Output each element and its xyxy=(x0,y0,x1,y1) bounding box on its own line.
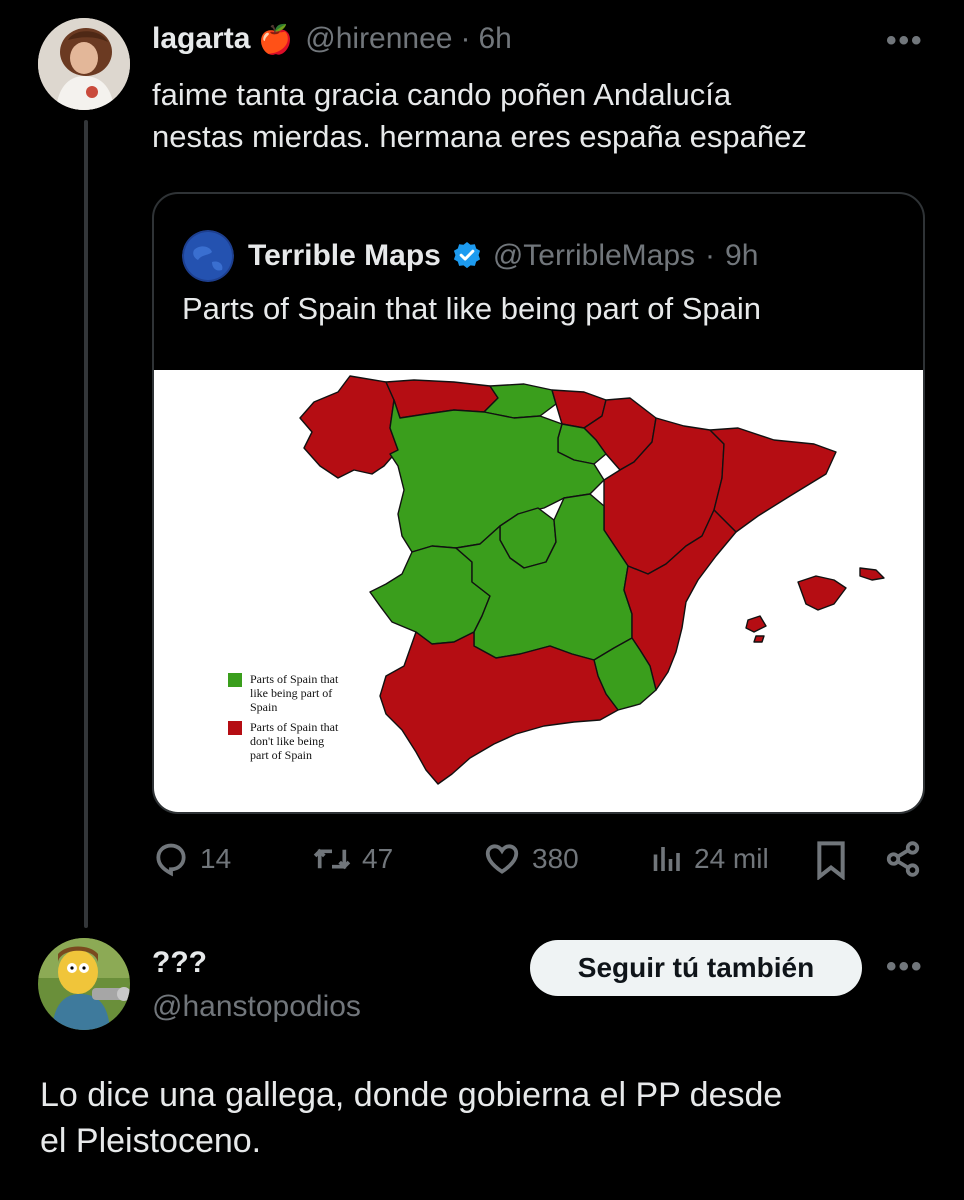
share-button[interactable] xyxy=(884,840,922,878)
reply-button[interactable]: 14 xyxy=(152,840,231,878)
region-ibiza xyxy=(745,615,767,633)
tweet-text-line: faime tanta gracia cando poñen Andalucía xyxy=(152,77,732,112)
legend-label-line: Parts of Spain that xyxy=(250,720,339,734)
bookmark-icon xyxy=(817,841,845,880)
avatar-lagarta[interactable] xyxy=(38,18,130,110)
follow-button[interactable]: Seguir tú también xyxy=(530,940,862,996)
legend-item-like: Parts of Spain that like being part of S… xyxy=(228,672,354,714)
tweet-author-name[interactable]: lagarta xyxy=(152,22,250,56)
quoted-timestamp[interactable]: 9h xyxy=(725,239,758,273)
cartoon-avatar-icon xyxy=(38,938,130,1030)
region-catalonia xyxy=(709,427,837,533)
views-count: 24 mil xyxy=(694,843,769,874)
map-legend: Parts of Spain that like being part of S… xyxy=(228,672,354,768)
region-cantabria xyxy=(483,383,557,419)
tweet-text-line: nestas mierdas. hermana eres españa espa… xyxy=(152,119,807,154)
region-menorca xyxy=(859,567,885,581)
avatar-hanstopodios[interactable] xyxy=(38,938,130,1030)
quoted-tweet-text: Parts of Spain that like being part of S… xyxy=(182,291,762,326)
quoted-tweet-card[interactable]: Terrible Maps @TerribleMaps · 9h Parts o… xyxy=(152,192,925,814)
retweet-count: 47 xyxy=(362,843,394,874)
legend-swatch-green xyxy=(228,673,242,687)
tweet-author-handle[interactable]: @hirennee xyxy=(305,22,452,56)
region-formentera xyxy=(753,635,765,643)
legend-label-line: Parts of Spain that xyxy=(250,672,339,686)
legend-label-like: Parts of Spain that like being part of S… xyxy=(250,672,354,714)
legend-swatch-red xyxy=(228,721,242,735)
reply-author-handle[interactable]: @hanstopodios xyxy=(152,990,361,1024)
tweet-text: faime tanta gracia cando poñen Andalucía… xyxy=(152,74,932,158)
legend-label-line: don't like being xyxy=(250,734,325,748)
quoted-separator: · xyxy=(705,239,716,272)
reply-text-line: el Pleistoceno. xyxy=(40,1122,262,1160)
like-button[interactable]: 380 xyxy=(482,840,579,878)
reply-author-name[interactable]: ??? xyxy=(152,946,207,980)
tweet-more-options-icon[interactable]: ••• xyxy=(886,24,924,58)
share-icon xyxy=(886,841,920,877)
apple-emoji-icon: 🍎 xyxy=(258,23,294,55)
reply-text-line: Lo dice una gallega, donde gobierna el P… xyxy=(40,1076,783,1114)
retweet-icon xyxy=(313,848,351,870)
legend-label-line: Spain xyxy=(250,700,278,714)
reply-more-options-icon[interactable]: ••• xyxy=(886,950,924,984)
tweet-header: lagarta 🍎 @hirennee · 6h xyxy=(152,22,512,56)
region-mallorca xyxy=(797,575,847,611)
heart-icon xyxy=(485,844,519,874)
reply-count: 14 xyxy=(200,843,232,874)
globe-avatar-icon xyxy=(182,230,234,282)
legend-item-dislike: Parts of Spain that don't like being par… xyxy=(228,720,354,762)
views-chart-icon xyxy=(653,847,680,871)
tweet-separator: · xyxy=(460,22,471,55)
quoted-tweet-header: Terrible Maps @TerribleMaps · 9h xyxy=(182,230,758,282)
reply-text: Lo dice una gallega, donde gobierna el P… xyxy=(40,1072,940,1164)
spain-map-image[interactable]: Parts of Spain that like being part of S… xyxy=(154,370,923,812)
views-button[interactable]: 24 mil xyxy=(648,840,769,878)
region-galicia xyxy=(299,375,399,479)
verified-badge-icon xyxy=(451,240,483,272)
profile-photo-icon xyxy=(38,18,130,110)
tweet-action-bar: 14 47 380 24 mil xyxy=(152,840,932,892)
like-count: 380 xyxy=(532,843,579,874)
legend-label-line: part of Spain xyxy=(250,748,312,762)
reply-icon xyxy=(156,843,186,877)
avatar-terrible-maps[interactable] xyxy=(182,230,234,282)
legend-label-dislike: Parts of Spain that don't like being par… xyxy=(250,720,354,762)
thread-connector-line xyxy=(84,120,88,928)
legend-label-line: like being part of xyxy=(250,686,333,700)
bookmark-button[interactable] xyxy=(814,840,848,880)
quoted-author-handle[interactable]: @TerribleMaps xyxy=(493,239,695,273)
tweet-timestamp[interactable]: 6h xyxy=(478,22,511,56)
quoted-author-name[interactable]: Terrible Maps xyxy=(248,239,441,273)
retweet-button[interactable]: 47 xyxy=(312,840,393,878)
